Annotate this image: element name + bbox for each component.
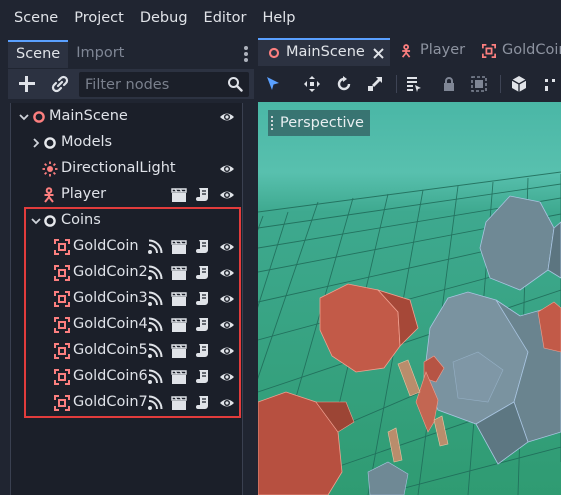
node3d-icon [268, 47, 280, 59]
snap-icon[interactable] [542, 75, 560, 93]
scale-tool-icon[interactable] [366, 75, 384, 93]
tab-label: GoldCoin [502, 42, 561, 58]
link-icon [51, 75, 69, 93]
dock-menu-icon[interactable] [244, 46, 248, 62]
filter-nodes-field[interactable] [79, 72, 249, 97]
3d-viewport[interactable]: Perspective [258, 102, 561, 495]
area-icon [482, 44, 496, 58]
close-icon[interactable] [373, 48, 384, 59]
instance-scene-button[interactable] [50, 74, 70, 94]
visibility-eye-icon[interactable] [219, 187, 235, 203]
tree-item-label: DirectionalLight [61, 160, 176, 176]
local-space-icon[interactable] [510, 75, 528, 93]
highlight-box [24, 207, 241, 418]
node3d-icon [44, 137, 56, 149]
tab-scene[interactable]: Scene [8, 40, 69, 68]
expand-arrow-icon[interactable] [19, 112, 29, 122]
menu-help[interactable]: Help [254, 0, 303, 36]
menu-scene[interactable]: Scene [6, 0, 66, 36]
lock-icon[interactable] [440, 75, 458, 93]
tab-label: Player [420, 42, 466, 58]
script-icon[interactable] [195, 187, 211, 203]
dock-tabs: Scene Import [8, 40, 132, 68]
tree-item-models[interactable]: Models [12, 130, 242, 156]
tree-item-label: Models [61, 134, 113, 150]
tab-import[interactable]: Import [68, 40, 132, 68]
kinematic-body-icon [401, 44, 411, 58]
search-icon [228, 77, 243, 92]
add-node-button[interactable] [18, 75, 36, 93]
rotate-tool-icon[interactable] [335, 75, 353, 93]
tree-item-mainscene[interactable]: MainScene [12, 104, 242, 130]
collapse-arrow-icon[interactable] [31, 138, 41, 148]
menu-editor[interactable]: Editor [196, 0, 255, 36]
select-tool-icon[interactable] [264, 75, 282, 93]
tab-goldcoin[interactable]: GoldCoin [476, 38, 561, 66]
light-icon [42, 161, 58, 177]
tab-player[interactable]: Player [394, 38, 474, 66]
menu-project[interactable]: Project [66, 0, 132, 36]
move-tool-icon[interactable] [303, 75, 321, 93]
kinematic-body-icon [44, 187, 54, 203]
scene-render[interactable] [258, 102, 561, 495]
list-select-icon[interactable] [405, 75, 423, 93]
editor-tabs: MainScene Player GoldCoin [256, 36, 561, 68]
filter-nodes-input[interactable] [85, 72, 225, 97]
viewport-toolbar [256, 68, 561, 100]
visibility-eye-icon[interactable] [219, 109, 235, 125]
tree-item-player[interactable]: Player [12, 182, 242, 208]
tab-mainscene[interactable]: MainScene [258, 38, 390, 66]
menu-debug[interactable]: Debug [132, 0, 196, 36]
node3d-icon [33, 111, 45, 123]
menu-bar: Scene Project Debug Editor Help [0, 0, 561, 36]
tree-item-label: MainScene [49, 108, 128, 124]
tab-label: MainScene [286, 44, 365, 60]
toolbar-divider [500, 75, 501, 93]
open-scene-icon[interactable] [171, 187, 187, 203]
scene-toolbar [8, 69, 254, 99]
tree-item-label: Player [61, 186, 107, 202]
tree-item-directionallight[interactable]: DirectionalLight [12, 156, 242, 182]
perspective-menu-button[interactable]: Perspective [268, 110, 370, 136]
group-icon[interactable] [470, 75, 488, 93]
toolbar-divider [396, 75, 397, 93]
visibility-eye-icon[interactable] [219, 161, 235, 177]
